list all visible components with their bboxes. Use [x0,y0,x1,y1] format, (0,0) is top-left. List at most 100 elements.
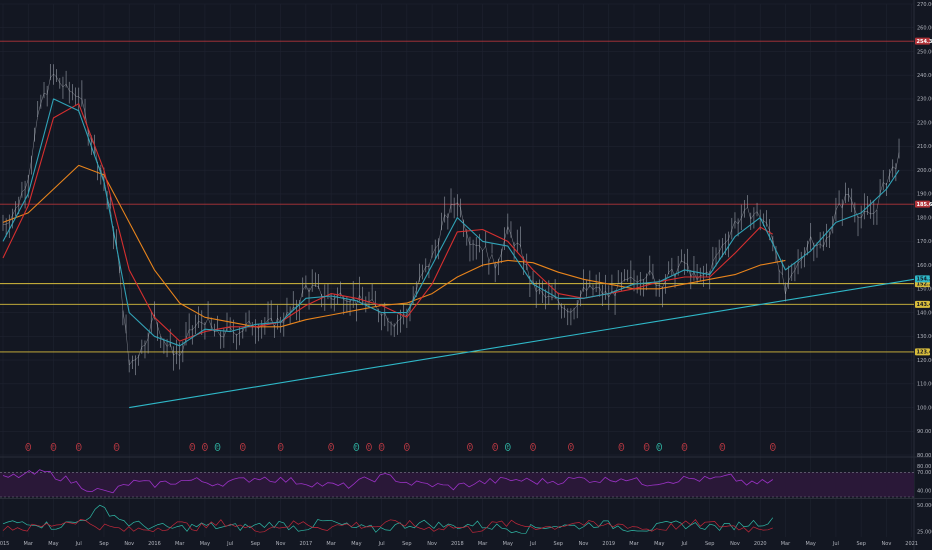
marker-glyph: E [77,445,80,450]
marker-glyph: E [330,445,333,450]
price-tick-label: 130.00 [917,334,932,340]
date-tick-label: Jul [529,541,536,547]
marker-glyph: E [115,445,118,450]
marker-glyph: E [279,445,282,450]
date-tick-label: May [503,541,513,547]
date-tick-label: Mar [478,541,488,547]
marker-glyph: E [241,445,244,450]
marker-glyph: E [191,445,194,450]
date-tick-label: 2016 [148,541,161,547]
date-tick-label: Sep [251,541,260,547]
price-tick-label: 240.00 [917,73,932,79]
marker-glyph: E [620,445,623,450]
price-tick-label: 160.00 [917,263,932,269]
date-tick-label: Sep [402,541,411,547]
date-tick-label: Sep [856,541,865,547]
marker-glyph: E [204,445,207,450]
date-tick-label: May [351,541,361,547]
date-tick-label: Sep [705,541,714,547]
badge-label: 154.20 [917,277,932,283]
marker-glyph: E [494,445,497,450]
marker-glyph: E [645,445,648,450]
support-price-badge[interactable]: 143.48 [915,300,932,308]
price-tick-label: 200.00 [917,168,932,174]
price-tick-label: 210.00 [917,144,932,150]
date-tick-label: Mar [781,541,791,547]
rsi-tick-label: 70.00 [917,470,931,476]
price-tick-label: 170.00 [917,239,932,245]
price-tick-label: 110.00 [917,382,932,388]
price-tick-label: 220.00 [917,120,932,126]
price-tick-label: 190.00 [917,192,932,198]
chart-background [0,0,932,550]
date-tick-label: May [48,541,58,547]
date-tick-label: 2021 [905,541,918,547]
date-tick-label: Mar [326,541,336,547]
marker-glyph: E [570,445,573,450]
rsi-panel[interactable] [0,469,914,498]
badge-label: 123.43 [917,350,932,356]
marker-glyph: E [52,445,55,450]
marker-glyph: E [406,445,409,450]
badge-label: 254.35 [917,39,932,45]
rsi-band [0,472,914,497]
marker-glyph: E [27,445,30,450]
date-tick-label: 2015 [0,541,9,547]
date-tick-label: May [200,541,210,547]
current-price-badge[interactable]: 154.20 [915,275,932,283]
price-tick-label: 250.00 [917,49,932,55]
marker-glyph: E [721,445,724,450]
date-tick-label: 2020 [754,541,767,547]
date-tick-label: Jul [75,541,82,547]
marker-glyph: E [683,445,686,450]
rsi-tick-label: 80.00 [917,464,931,470]
price-tick-label: 80.00 [917,453,931,459]
date-tick-label: Nov [882,541,892,547]
marker-glyph: E [469,445,472,450]
marker-glyph: E [771,445,774,450]
date-tick-label: Nov [427,541,437,547]
resistance-price-badge[interactable]: 185.68 [915,200,932,208]
date-tick-label: Mar [629,541,639,547]
marker-glyph: E [355,445,358,450]
date-tick-label: 2018 [451,541,464,547]
date-tick-label: Sep [99,541,108,547]
price-tick-label: 140.00 [917,310,932,316]
date-tick-label: Sep [554,541,563,547]
resistance-price-badge[interactable]: 254.35 [915,37,932,45]
price-tick-label: 270.00 [917,2,932,8]
marker-glyph: E [506,445,509,450]
date-tick-label: May [806,541,816,547]
price-tick-label: 100.00 [917,405,932,411]
date-tick-label: Nov [276,541,286,547]
date-tick-label: 2019 [602,541,615,547]
price-tick-label: 120.00 [917,358,932,364]
date-tick-label: Jul [378,541,385,547]
marker-glyph: E [216,445,219,450]
marker-glyph: E [380,445,383,450]
date-tick-label: Jul [680,541,687,547]
oscillator-tick-label: 25.000 [917,530,932,536]
date-tick-label: Mar [24,541,34,547]
date-tick-label: May [654,541,664,547]
date-tick-label: Mar [175,541,185,547]
price-tick-label: 230.00 [917,97,932,103]
price-tick-label: 90.00 [917,429,931,435]
date-tick-label: Jul [832,541,839,547]
date-tick-label: Nov [730,541,740,547]
marker-glyph: E [368,445,371,450]
badge-label: 143.48 [917,302,932,308]
price-tick-label: 180.00 [917,215,932,221]
price-chart[interactable]: E E E E E E E E E E E E E E E E E E E E E E E E E 270.00 260.00 25… [0,0,932,550]
date-tick-label: Nov [124,541,134,547]
price-tick-label: 260.00 [917,26,932,32]
support-price-badge[interactable]: 123.43 [915,348,932,356]
rsi-tick-label: 40.00 [917,489,931,495]
date-tick-label: Jul [226,541,233,547]
marker-glyph: E [532,445,535,450]
date-tick-label: 2017 [300,541,313,547]
marker-glyph: E [658,445,661,450]
badge-label: 185.68 [917,202,932,208]
oscillator-tick-label: 50.000 [917,503,932,509]
price-tick-label: 150.00 [917,287,932,293]
